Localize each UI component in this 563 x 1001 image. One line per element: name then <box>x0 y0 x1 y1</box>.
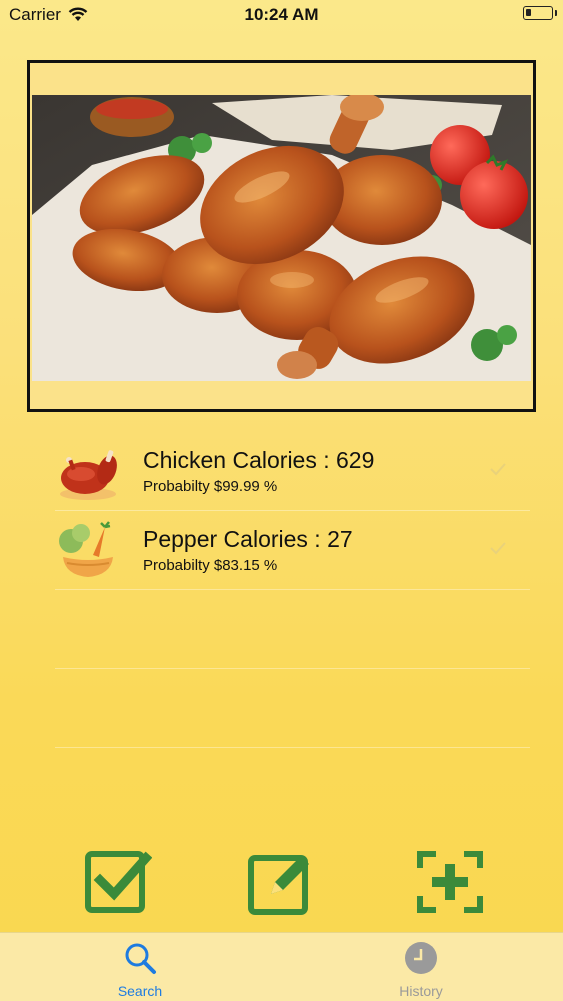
food-photo <box>32 95 531 381</box>
tab-label: History <box>399 983 443 999</box>
status-bar: Carrier 10:24 AM <box>0 0 563 30</box>
status-time: 10:24 AM <box>244 5 319 24</box>
battery-icon <box>523 6 557 20</box>
tab-bar: Search History <box>0 932 563 1001</box>
search-icon <box>125 943 156 974</box>
checkbox-button[interactable] <box>84 848 152 916</box>
tab-search[interactable]: Search <box>80 933 200 1001</box>
result-title: Pepper Calories : 27 <box>143 526 353 552</box>
clock-icon <box>405 942 437 974</box>
result-title: Chicken Calories : 629 <box>143 447 375 473</box>
edit-button[interactable] <box>247 848 315 916</box>
vegetable-bowl-icon <box>59 521 113 577</box>
list-item <box>55 669 530 748</box>
photo-frame <box>27 60 536 412</box>
result-row[interactable]: Pepper Calories : 27 Probabilty $83.15 % <box>55 511 530 590</box>
result-probability: Probabilty $99.99 % <box>143 478 278 495</box>
result-row[interactable]: Chicken Calories : 629 Probabilty $99.99… <box>55 432 530 511</box>
result-probability: Probabilty $83.15 % <box>143 557 278 574</box>
tab-label: Search <box>117 983 163 999</box>
checkmark-icon <box>490 542 506 555</box>
scan-add-button[interactable] <box>416 848 484 916</box>
checkmark-icon <box>490 463 506 476</box>
roast-chicken-icon <box>60 450 117 500</box>
tab-history[interactable]: History <box>361 933 481 1001</box>
results-list: Chicken Calories : 629 Probabilty $99.99… <box>55 432 530 748</box>
list-item <box>55 590 530 669</box>
